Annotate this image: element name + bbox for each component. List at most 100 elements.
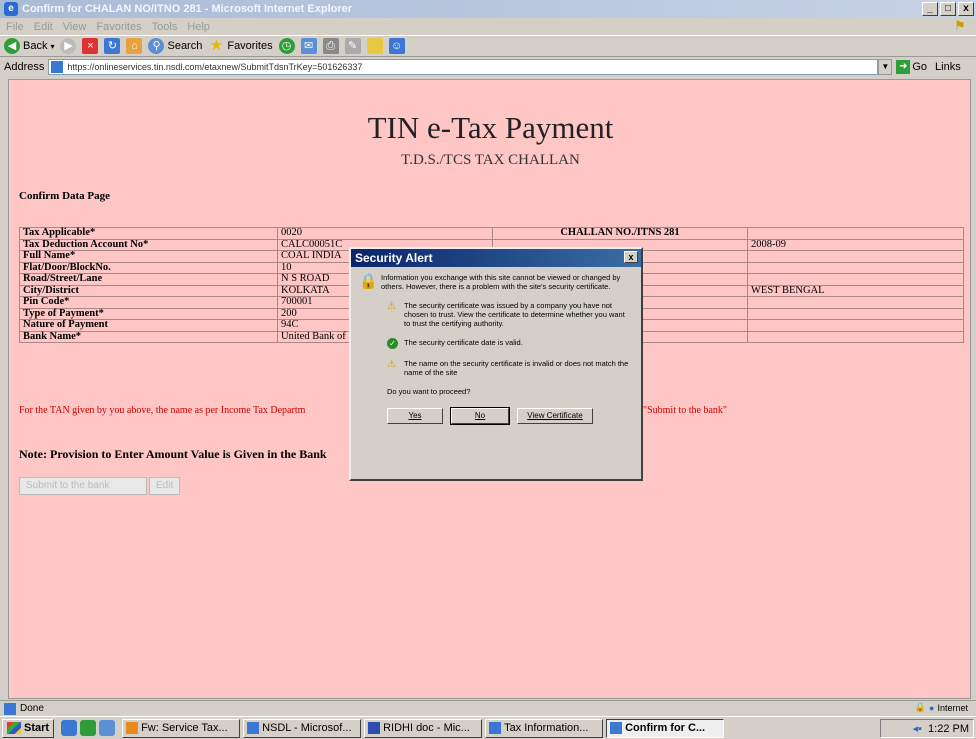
row-label: Tax Deduction Account No*: [19, 238, 278, 251]
desktop-quicklaunch-icon[interactable]: [80, 720, 97, 736]
messenger-button[interactable]: ☺: [388, 38, 405, 54]
edit-button[interactable]: Edit: [149, 477, 181, 495]
address-input[interactable]: https://onlineservices.tin.nsdl.com/etax…: [48, 59, 879, 75]
page-title: TIN e-Tax Payment: [367, 110, 614, 145]
dialog-titlebar: Security Alert x: [351, 249, 641, 267]
row-label: City/District: [19, 284, 278, 297]
row-extra2: [747, 296, 964, 309]
padlock-icon: 🔒: [914, 702, 927, 712]
ie-icon: e: [4, 2, 18, 16]
windows-logo-icon: [7, 722, 21, 734]
go-button[interactable]: ➜ Go: [896, 60, 927, 74]
print-icon: ⎙: [322, 38, 339, 54]
row-label: Type of Payment*: [19, 307, 278, 320]
edit-icon: ✎: [344, 38, 361, 54]
row-label: Nature of Payment: [19, 319, 278, 332]
page-icon: [51, 61, 64, 73]
yes-button[interactable]: Yes: [387, 408, 443, 424]
row-extra2: [747, 227, 964, 240]
ie-icon: [247, 722, 260, 734]
menu-favorites[interactable]: Favorites: [96, 21, 141, 33]
history-button[interactable]: ◷: [278, 38, 295, 54]
menu-help[interactable]: Help: [187, 21, 210, 33]
stop-icon: ×: [82, 38, 99, 54]
folder-icon: [366, 38, 383, 54]
ie-quicklaunch-icon[interactable]: [61, 720, 78, 736]
status-bar: Done 🔒 ● Internet: [0, 700, 976, 716]
task-label: RIDHI doc - Mic...: [383, 722, 470, 734]
row-label: Pin Code*: [19, 296, 278, 309]
task-tax-information[interactable]: Tax Information...: [485, 718, 604, 738]
row-label: Full Name*: [19, 250, 278, 263]
dialog-close-button[interactable]: x: [624, 251, 638, 263]
go-arrow-icon: ➜: [896, 60, 911, 74]
submit-to-bank-button[interactable]: Submit to the bank: [19, 477, 147, 495]
confirm-data-label: Confirm Data Page: [19, 190, 111, 202]
task-label: Fw: Service Tax...: [141, 722, 228, 734]
search-label: Search: [167, 40, 203, 52]
print-button[interactable]: ⎙: [322, 38, 339, 54]
row-extra2: [747, 261, 964, 274]
mail-icon: ✉: [300, 38, 317, 54]
view-certificate-button[interactable]: View Certificate: [517, 408, 593, 424]
edit-button[interactable]: ✎: [344, 38, 361, 54]
task-fw-service-tax[interactable]: Fw: Service Tax...: [122, 718, 241, 738]
mail-button[interactable]: ✉: [300, 38, 317, 54]
task-confirm[interactable]: Confirm for C...: [606, 718, 725, 738]
messenger-icon: ☺: [388, 38, 405, 54]
home-button[interactable]: ⌂: [126, 38, 143, 54]
row-extra2: [747, 307, 964, 320]
windows-flag-icon: ⚑: [954, 18, 966, 33]
maximize-button[interactable]: □: [940, 2, 956, 16]
folder-button[interactable]: [366, 38, 383, 54]
start-button[interactable]: Start: [2, 718, 55, 738]
search-button[interactable]: ⚲ Search: [148, 38, 202, 54]
address-label: Address: [4, 61, 45, 73]
dialog-item-trust: The security certificate was issued by a…: [404, 301, 625, 328]
menu-view[interactable]: View: [63, 21, 87, 33]
favorites-button[interactable]: ★ Favorites: [208, 38, 273, 54]
search-icon: ⚲: [148, 38, 165, 54]
check-icon: ✓: [387, 338, 398, 349]
window-titlebar: e Confirm for CHALAN NO/ITNO 281 - Micro…: [0, 0, 976, 18]
dialog-question: Do you want to proceed?: [387, 387, 471, 396]
security-alert-dialog: Security Alert x 🔒 Information you excha…: [349, 247, 643, 481]
menu-tools[interactable]: Tools: [152, 21, 178, 33]
lock-icon: 🔒: [359, 273, 378, 290]
back-label: Back: [23, 40, 48, 52]
menu-edit[interactable]: Edit: [34, 21, 53, 33]
row-label: Flat/Door/BlockNo.: [19, 261, 278, 274]
favorites-label: Favorites: [227, 40, 273, 52]
task-nsdl[interactable]: NSDL - Microsof...: [243, 718, 362, 738]
dialog-intro: Information you exchange with this site …: [381, 273, 621, 291]
address-dropdown[interactable]: ▼: [878, 59, 893, 75]
network-icon[interactable]: ◂▪: [913, 722, 922, 735]
row-extra2: [747, 319, 964, 332]
task-ridhi-doc[interactable]: RIDHI doc - Mic...: [364, 718, 483, 738]
no-button[interactable]: No: [450, 407, 510, 425]
minimize-button[interactable]: _: [922, 2, 938, 16]
forward-button[interactable]: ▶: [60, 38, 77, 54]
back-button[interactable]: ◀ Back ▾: [4, 38, 54, 54]
row-extra2: [747, 250, 964, 263]
dialog-item-name: The name on the security certificate is …: [404, 359, 629, 377]
stop-button[interactable]: ×: [82, 38, 99, 54]
chevron-down-icon: ▾: [50, 41, 55, 51]
status-text: Done: [20, 703, 44, 714]
media-quicklaunch-icon[interactable]: [99, 720, 116, 736]
forward-arrow-icon: ▶: [60, 38, 77, 54]
amount-note: Note: Provision to Enter Amount Value is…: [19, 447, 327, 461]
row-extra2: [747, 273, 964, 286]
menu-bar: File Edit View Favorites Tools Help ⚑: [0, 18, 976, 35]
globe-icon: ●: [929, 702, 935, 713]
refresh-button[interactable]: ↻: [104, 38, 121, 54]
row-label: Tax Applicable*: [19, 227, 278, 240]
ie-icon: [489, 722, 502, 734]
links-button[interactable]: Links: [935, 61, 961, 73]
start-label: Start: [24, 722, 50, 734]
back-arrow-icon: ◀: [4, 38, 20, 54]
system-tray: ◂▪ 1:22 PM: [880, 719, 974, 738]
menu-file[interactable]: File: [6, 21, 24, 33]
toolbar: ◀ Back ▾ ▶ × ↻ ⌂ ⚲ Search ★ Favorites ◷ …: [0, 35, 976, 57]
close-button[interactable]: x: [958, 2, 974, 16]
